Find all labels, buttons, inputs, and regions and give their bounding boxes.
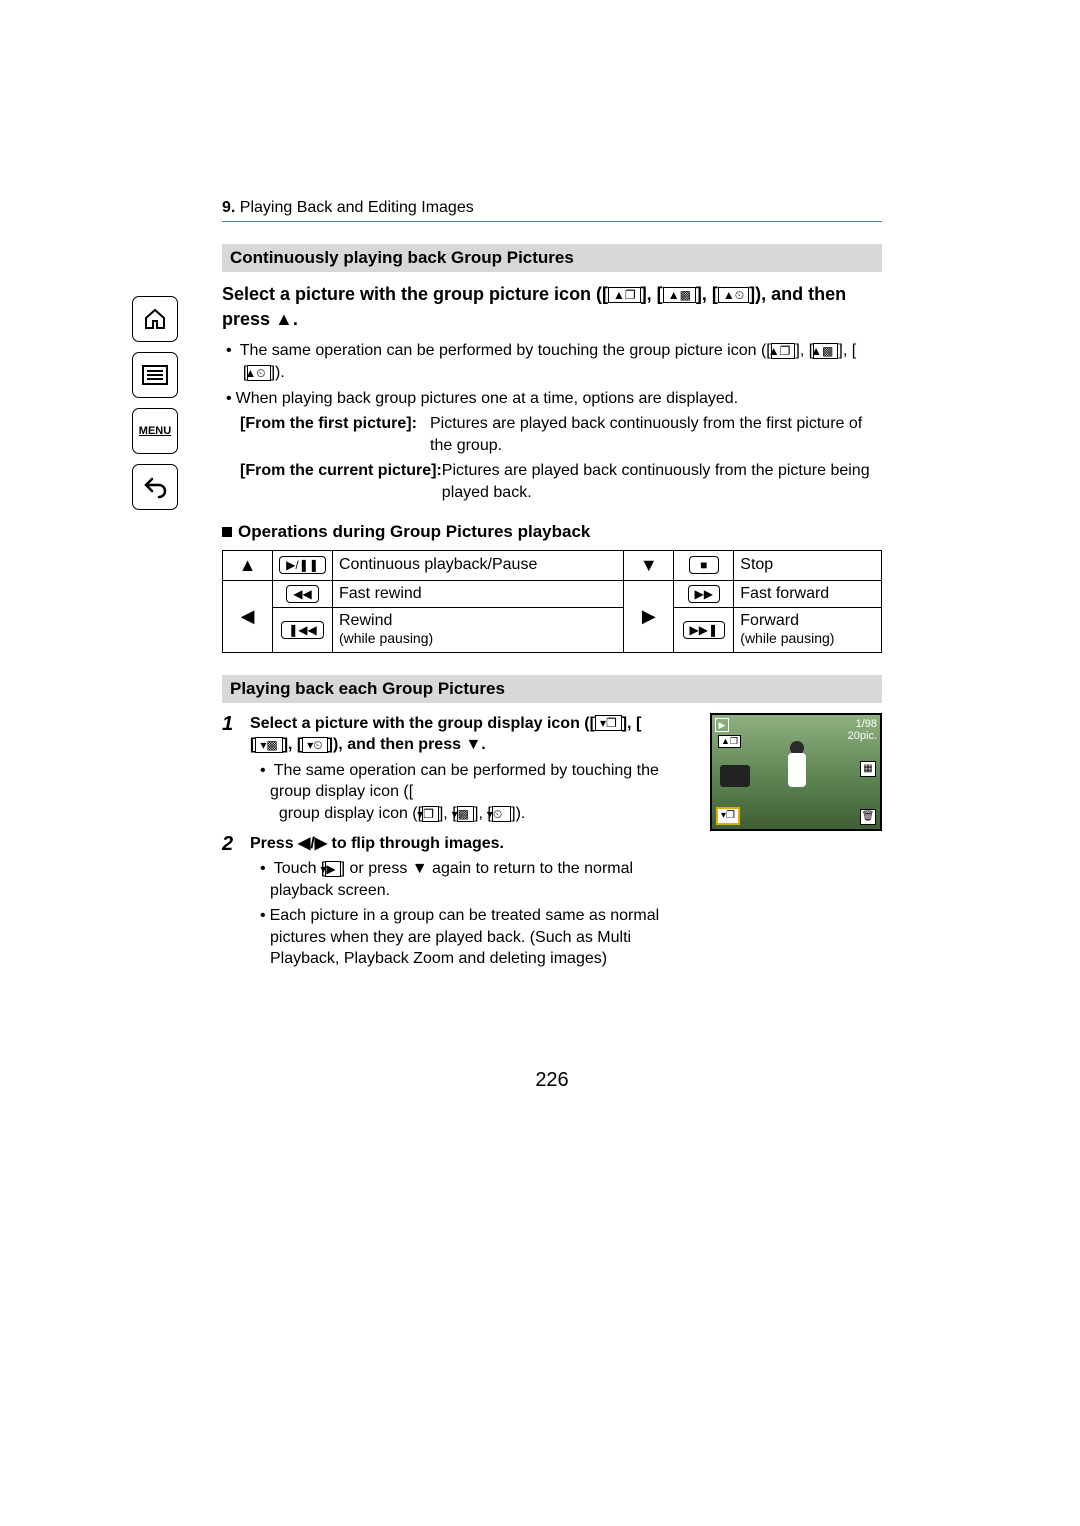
op-label: Rewind(while pausing) bbox=[333, 607, 624, 652]
multi-playback-icon: ▦ bbox=[860, 761, 876, 777]
def1-text: Pictures are played back continuously fr… bbox=[430, 413, 882, 456]
def1-label: [From the first picture]: bbox=[240, 413, 430, 456]
prev-icon: ❚◀◀ bbox=[273, 607, 333, 652]
step2-note2: Each picture in a group can be treated s… bbox=[250, 905, 690, 970]
group-display-icon-2b: ▾▩ bbox=[457, 806, 474, 822]
play-pause-icon: ▶/❚❚ bbox=[273, 550, 333, 580]
golf-cart-graphic bbox=[720, 765, 750, 787]
golfer-graphic bbox=[772, 739, 822, 819]
op-label: Fast forward bbox=[734, 580, 882, 607]
group-display-icon-1: ▾❐ bbox=[595, 715, 622, 731]
contents-icon[interactable] bbox=[132, 352, 178, 398]
step1-note: The same operation can be performed by t… bbox=[250, 760, 690, 825]
section1-note2: When playing back group pictures one at … bbox=[222, 388, 882, 410]
playback-mode-icon: ▶ bbox=[715, 718, 729, 732]
group-icon-time: ▲⏲ bbox=[718, 287, 749, 303]
op-label: Forward(while pausing) bbox=[734, 607, 882, 652]
table-row: ❚◀◀ Rewind(while pausing) ▶▶❚ Forward(wh… bbox=[223, 607, 882, 652]
section1-title: Continuously playing back Group Pictures bbox=[222, 244, 882, 272]
preview-thumbnail: ▶ 1/98 20pic. ▲❐ ▦ 🗑 ▾❐ bbox=[710, 713, 882, 831]
next-icon: ▶▶❚ bbox=[674, 607, 734, 652]
group-icon-time-small: ▲⏲ bbox=[247, 365, 270, 381]
rewind-icon: ◀◀ bbox=[273, 580, 333, 607]
playback-option-definitions: [From the first picture]: Pictures are p… bbox=[240, 413, 882, 503]
group-display-icon-2: ▾▩ bbox=[255, 737, 282, 753]
sidebar-nav: MENU bbox=[132, 296, 188, 520]
step1-number: 1 bbox=[222, 713, 250, 825]
chapter-title: Playing Back and Editing Images bbox=[240, 199, 474, 216]
table-row: ◀ ◀◀ Fast rewind ▶ ▶▶ Fast forward bbox=[223, 580, 882, 607]
group-icon-focus: ▲▩ bbox=[663, 287, 696, 303]
group-icon-burst-small: ▲❐ bbox=[771, 343, 796, 359]
header-divider bbox=[222, 221, 882, 222]
arrow-left: ◀ bbox=[223, 580, 273, 652]
chapter-number: 9. bbox=[222, 199, 235, 216]
step-1: 1 Select a picture with the group displa… bbox=[222, 713, 690, 825]
step-2: 2 Press ◀/▶ to flip through images. Touc… bbox=[222, 833, 690, 971]
operations-heading: Operations during Group Pictures playbac… bbox=[222, 522, 882, 542]
group-display-icon-3b: ▾⏲ bbox=[492, 806, 511, 822]
arrow-right: ▶ bbox=[624, 580, 674, 652]
group-display-button: ▾❐ bbox=[716, 807, 740, 825]
preview-counter: 1/98 20pic. bbox=[848, 718, 877, 742]
def2-label: [From the current picture]: bbox=[240, 460, 442, 503]
return-icon: ▾▶ bbox=[325, 861, 340, 877]
op-label: Stop bbox=[734, 550, 882, 580]
group-icon-focus-small: ▲▩ bbox=[813, 343, 838, 359]
section1-instruction: Select a picture with the group picture … bbox=[222, 282, 882, 332]
section1-note1: The same operation can be performed by t… bbox=[222, 340, 882, 383]
back-icon[interactable] bbox=[132, 464, 178, 510]
chapter-header: 9. Playing Back and Editing Images bbox=[222, 199, 882, 217]
step2-number: 2 bbox=[222, 833, 250, 971]
def2-text: Pictures are played back continuously fr… bbox=[442, 460, 882, 503]
group-display-icon-3: ▾⏲ bbox=[302, 737, 327, 753]
group-badge-icon: ▲❐ bbox=[718, 735, 741, 748]
page-content: 9. Playing Back and Editing Images Conti… bbox=[222, 199, 882, 978]
step2-instruction: Press ◀/▶ to flip through images. bbox=[250, 833, 690, 855]
op-label: Fast rewind bbox=[333, 580, 624, 607]
arrow-down: ▼ bbox=[624, 550, 674, 580]
menu-button[interactable]: MENU bbox=[132, 408, 178, 454]
stop-icon: ■ bbox=[674, 550, 734, 580]
table-row: ▲ ▶/❚❚ Continuous playback/Pause ▼ ■ Sto… bbox=[223, 550, 882, 580]
section2-body: 1 Select a picture with the group displa… bbox=[222, 713, 882, 979]
arrow-up: ▲ bbox=[223, 550, 273, 580]
group-display-icon-1b: ▾❐ bbox=[422, 806, 439, 822]
op-label: Continuous playback/Pause bbox=[333, 550, 624, 580]
section2-title: Playing back each Group Pictures bbox=[222, 675, 882, 703]
home-icon[interactable] bbox=[132, 296, 178, 342]
group-icon-burst: ▲❐ bbox=[608, 287, 641, 303]
step1-instruction: Select a picture with the group display … bbox=[250, 713, 690, 756]
ff-icon: ▶▶ bbox=[674, 580, 734, 607]
step2-note1: Touch [▾▶] or press ▼ again to return to… bbox=[250, 858, 690, 901]
delete-icon: 🗑 bbox=[860, 809, 876, 825]
page-number: 226 bbox=[222, 1069, 882, 1092]
operations-table: ▲ ▶/❚❚ Continuous playback/Pause ▼ ■ Sto… bbox=[222, 550, 882, 653]
